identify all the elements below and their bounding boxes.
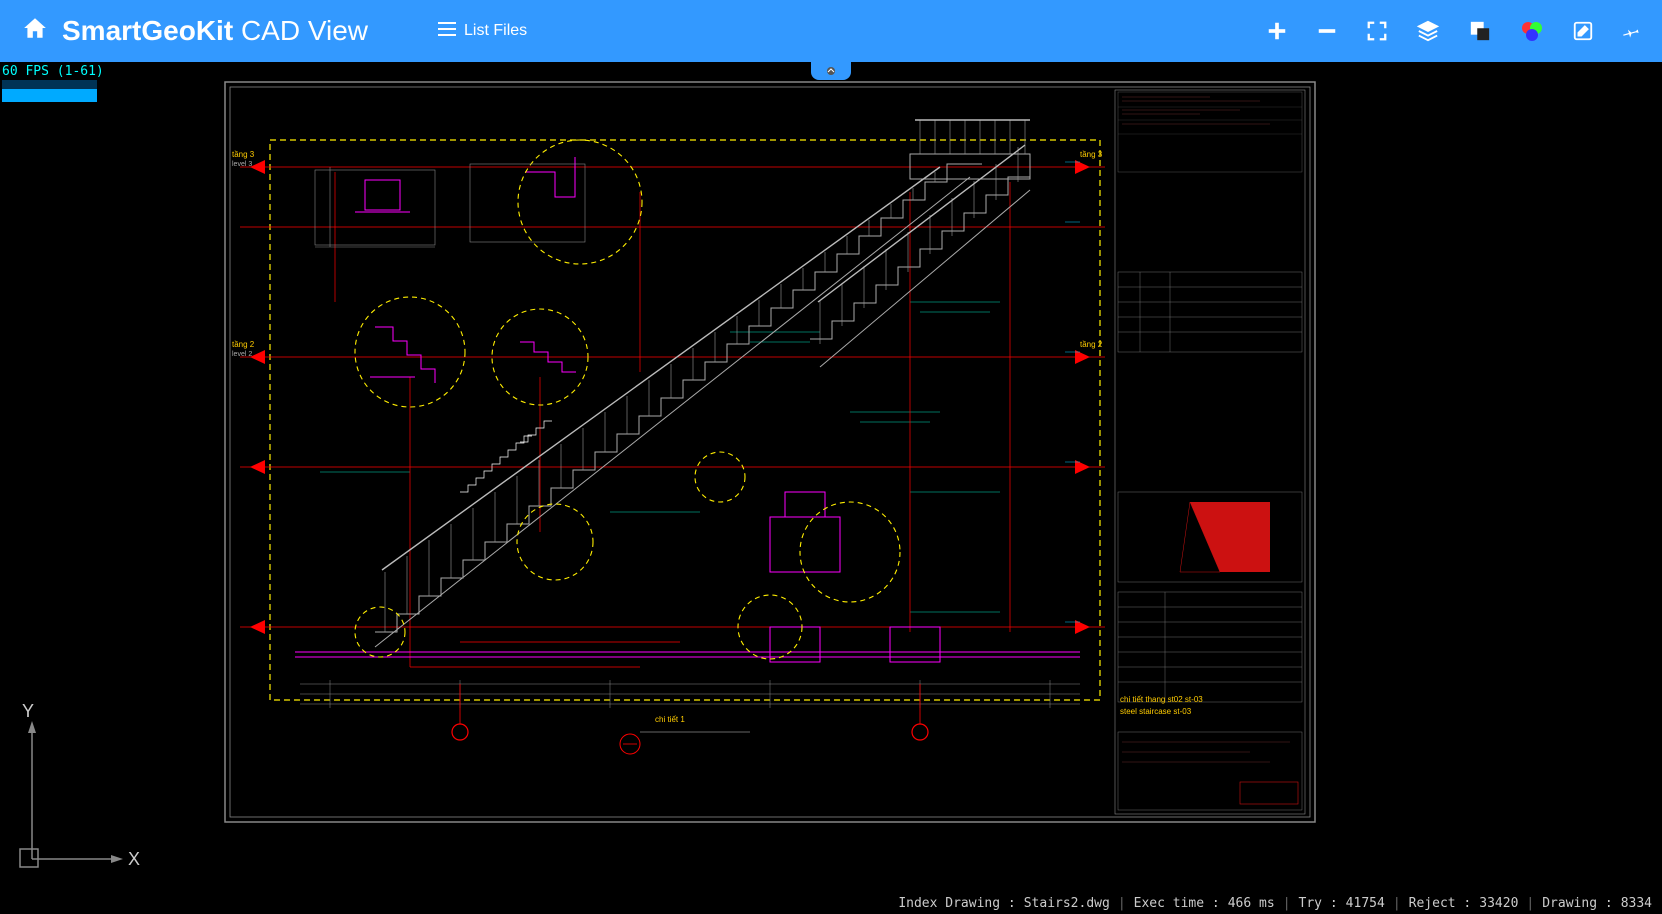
fps-graph xyxy=(2,80,97,102)
pin-icon[interactable] xyxy=(1622,20,1642,42)
statusbar: Index Drawing : Stairs2.dwg | Exec time … xyxy=(888,892,1662,914)
brand-light: CAD View xyxy=(241,15,368,46)
status-reject-label: Reject : xyxy=(1409,896,1472,911)
title-block: chi tiết thang st02 st-03 steel staircas… xyxy=(1115,90,1305,814)
home-icon[interactable] xyxy=(20,15,50,48)
status-index-label: Index Drawing : xyxy=(898,896,1015,911)
svg-text:steel staircase st-03: steel staircase st-03 xyxy=(1120,707,1192,716)
svg-text:tầng 3: tầng 3 xyxy=(232,150,255,159)
svg-text:tầng 2: tầng 2 xyxy=(232,340,255,349)
status-drawing-value: 8334 xyxy=(1621,896,1652,911)
color-picker-icon[interactable] xyxy=(1520,19,1544,43)
brand-bold: SmartGeoKit xyxy=(62,15,233,46)
list-files-button[interactable]: List Files xyxy=(438,22,527,41)
svg-text:tầng 3: tầng 3 xyxy=(1080,150,1103,159)
axis-indicator: Y X xyxy=(10,699,140,884)
fps-counter: 60 FPS (1-61) xyxy=(2,64,104,79)
zoom-out-icon[interactable] xyxy=(1316,20,1338,42)
status-reject-value: 33420 xyxy=(1479,896,1518,911)
axis-y-label: Y xyxy=(22,701,34,721)
cad-drawing[interactable]: chi tiết thang st02 st-03 steel staircas… xyxy=(210,72,1330,842)
status-try-value: 41754 xyxy=(1346,896,1385,911)
brand-text: SmartGeoKit CAD View xyxy=(62,15,368,47)
svg-text:chi tiết 1: chi tiết 1 xyxy=(655,715,685,724)
layers-icon[interactable] xyxy=(1416,20,1440,42)
edit-icon[interactable] xyxy=(1572,20,1594,42)
svg-text:level 3: level 3 xyxy=(232,161,252,168)
list-files-label: List Files xyxy=(464,22,527,40)
brand: SmartGeoKit CAD View xyxy=(20,15,368,48)
panel-expand-button[interactable] xyxy=(811,62,851,80)
status-index-value: Stairs2.dwg xyxy=(1024,896,1110,911)
fullscreen-icon[interactable] xyxy=(1366,20,1388,42)
status-try-label: Try : xyxy=(1299,896,1338,911)
cad-viewport[interactable]: chi tiết thang st02 st-03 steel staircas… xyxy=(0,62,1662,892)
status-drawing-label: Drawing : xyxy=(1542,896,1612,911)
menu-icon xyxy=(438,22,456,41)
topbar: SmartGeoKit CAD View List Files xyxy=(0,0,1662,62)
axis-x-label: X xyxy=(128,849,140,869)
svg-text:chi tiết thang st02 st-03: chi tiết thang st02 st-03 xyxy=(1120,695,1203,704)
staircase-main xyxy=(375,120,1030,647)
theme-toggle-icon[interactable] xyxy=(1468,20,1492,42)
toolbar xyxy=(1266,19,1642,43)
status-exec-label: Exec time : xyxy=(1134,896,1220,911)
status-exec-value: 466 ms xyxy=(1228,896,1275,911)
svg-text:level 2: level 2 xyxy=(232,351,252,358)
svg-text:tầng 2: tầng 2 xyxy=(1080,340,1103,349)
zoom-in-icon[interactable] xyxy=(1266,20,1288,42)
